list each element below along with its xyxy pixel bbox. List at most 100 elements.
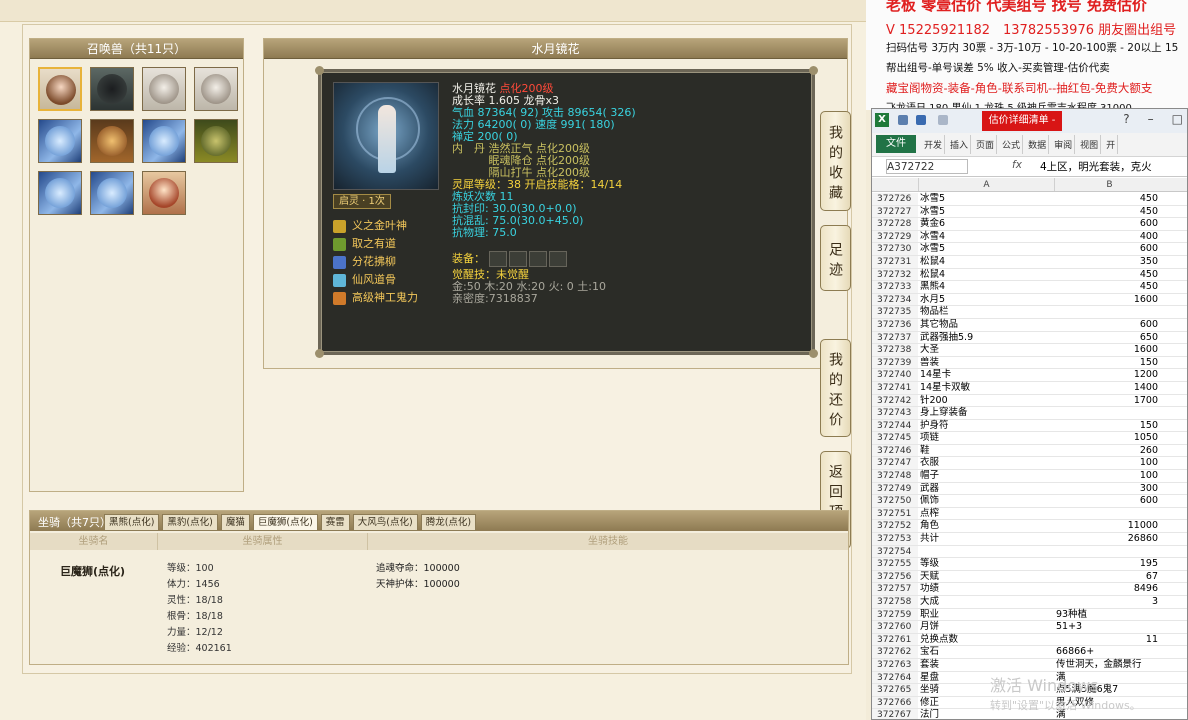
- summon-pet-slot[interactable]: [90, 171, 134, 215]
- row-number[interactable]: 372755: [872, 558, 918, 570]
- row-number[interactable]: 372733: [872, 281, 918, 293]
- row-number[interactable]: 372752: [872, 520, 918, 533]
- fx-icon[interactable]: fx: [1012, 159, 1022, 171]
- cell-b[interactable]: 450: [1054, 281, 1164, 293]
- row-number[interactable]: 372737: [872, 331, 918, 344]
- cell-b[interactable]: 11000: [1054, 520, 1164, 532]
- cell-b[interactable]: 450: [1054, 269, 1164, 281]
- cell-b[interactable]: 150: [1054, 420, 1164, 432]
- pet-skill[interactable]: 义之金叶神: [333, 217, 418, 235]
- cell-b[interactable]: 600: [1054, 495, 1164, 507]
- summon-pet-slot[interactable]: [142, 171, 186, 215]
- row-number[interactable]: 372762: [872, 646, 918, 658]
- equip-slot[interactable]: [488, 251, 507, 267]
- summon-pet-slot[interactable]: [90, 67, 134, 111]
- formula-input[interactable]: 4上区，明光套装，克火: [1040, 159, 1152, 174]
- row-number[interactable]: 372735: [872, 306, 918, 318]
- column-header-a[interactable]: A: [918, 178, 1054, 191]
- row-number[interactable]: 372744: [872, 419, 918, 432]
- row-number[interactable]: 372750: [872, 495, 918, 507]
- cell-a[interactable]: 大圣: [918, 344, 1054, 356]
- row-number[interactable]: 372727: [872, 205, 918, 218]
- undo-icon[interactable]: [916, 115, 926, 125]
- row-number[interactable]: 372732: [872, 268, 918, 281]
- row-number[interactable]: 372763: [872, 658, 918, 671]
- cell-a[interactable]: 14星卡双敏: [918, 382, 1054, 394]
- mount-tab[interactable]: 黑熊(点化): [104, 514, 160, 531]
- cell-b[interactable]: 400: [1054, 231, 1164, 243]
- my-favorites-button[interactable]: 我的收藏: [820, 111, 851, 211]
- summon-pet-slot[interactable]: [142, 119, 186, 163]
- mount-tab[interactable]: 黑豹(点化): [162, 514, 218, 531]
- ribbon-tab[interactable]: 开发: [922, 135, 946, 154]
- redo-icon[interactable]: [938, 115, 948, 125]
- cell-b[interactable]: 195: [1054, 558, 1164, 570]
- row-number[interactable]: 372728: [872, 218, 918, 230]
- equip-slot[interactable]: [548, 251, 567, 267]
- cell-a[interactable]: 衣服: [918, 457, 1054, 469]
- mount-tab[interactable]: 大风鸟(点化): [352, 514, 418, 531]
- cell-a[interactable]: 天赋: [918, 571, 1054, 583]
- cell-a[interactable]: 角色: [918, 520, 1054, 532]
- cell-b[interactable]: 93种植: [1054, 609, 1164, 621]
- cell-b[interactable]: [1054, 546, 1164, 558]
- row-number[interactable]: 372747: [872, 457, 918, 470]
- row-number[interactable]: 372742: [872, 394, 918, 407]
- cell-a[interactable]: 兑换点数: [918, 634, 1054, 646]
- row-number[interactable]: 372761: [872, 633, 918, 646]
- row-number[interactable]: 372734: [872, 293, 918, 306]
- cell-a[interactable]: 冰雪4: [918, 231, 1054, 243]
- cell-b[interactable]: 66866+: [1054, 646, 1164, 658]
- pet-skill[interactable]: 仙风道骨: [333, 271, 418, 289]
- cell-b[interactable]: [1054, 508, 1164, 520]
- cell-b[interactable]: 350: [1054, 256, 1164, 268]
- cell-a[interactable]: 项链: [918, 432, 1054, 444]
- cell-b[interactable]: 650: [1054, 332, 1164, 344]
- row-number[interactable]: 372730: [872, 243, 918, 255]
- cell-a[interactable]: 套装: [918, 659, 1054, 671]
- pet-skill[interactable]: 取之有道: [333, 235, 418, 253]
- cell-a[interactable]: 职业: [918, 609, 1054, 621]
- cell-a[interactable]: 冰雪5: [918, 243, 1054, 255]
- row-number[interactable]: 372754: [872, 545, 918, 558]
- ribbon-tab[interactable]: 审阅: [1052, 135, 1076, 154]
- cell-b[interactable]: 1050: [1054, 432, 1164, 444]
- cell-a[interactable]: [918, 546, 1054, 558]
- cell-a[interactable]: 武器强抽5.9: [918, 332, 1054, 344]
- row-number[interactable]: 372739: [872, 356, 918, 369]
- cell-a[interactable]: 佩饰: [918, 495, 1054, 507]
- row-number[interactable]: 372726: [872, 193, 918, 205]
- equip-slot[interactable]: [508, 251, 527, 267]
- row-number[interactable]: 372759: [872, 608, 918, 621]
- cell-a[interactable]: 武器: [918, 483, 1054, 495]
- summon-pet-slot[interactable]: [90, 119, 134, 163]
- cell-a[interactable]: 功绩: [918, 583, 1054, 595]
- cell-a[interactable]: 14星卡: [918, 369, 1054, 381]
- help-icon[interactable]: ?: [1123, 112, 1129, 126]
- ribbon-tab[interactable]: 插入: [948, 135, 972, 154]
- row-number[interactable]: 372745: [872, 432, 918, 444]
- cell-b[interactable]: [1054, 306, 1164, 318]
- cell-a[interactable]: 月饼: [918, 621, 1054, 633]
- cell-a[interactable]: 水月5: [918, 294, 1054, 306]
- cell-b[interactable]: 450: [1054, 193, 1164, 205]
- cell-b[interactable]: 1200: [1054, 369, 1164, 381]
- row-number[interactable]: 372756: [872, 570, 918, 583]
- file-tab[interactable]: 文件: [876, 135, 916, 153]
- cell-b[interactable]: 300: [1054, 483, 1164, 495]
- equip-slot[interactable]: [528, 251, 547, 267]
- ribbon-tab[interactable]: 视图: [1078, 135, 1102, 154]
- mount-tab[interactable]: 魔猫: [220, 514, 250, 531]
- ribbon-tab[interactable]: 开: [1104, 135, 1119, 154]
- cell-a[interactable]: 宝石: [918, 646, 1054, 658]
- cell-b[interactable]: 11: [1054, 634, 1164, 646]
- row-number[interactable]: 372743: [872, 407, 918, 419]
- row-number[interactable]: 372741: [872, 381, 918, 394]
- cell-b[interactable]: 1700: [1054, 395, 1164, 407]
- ribbon-tab[interactable]: 页面: [974, 135, 998, 154]
- summon-pet-slot[interactable]: [142, 67, 186, 111]
- summon-pet-slot[interactable]: [38, 119, 82, 163]
- row-number[interactable]: 372751: [872, 507, 918, 520]
- row-number[interactable]: 372767: [872, 709, 918, 719]
- cell-b[interactable]: 260: [1054, 445, 1164, 457]
